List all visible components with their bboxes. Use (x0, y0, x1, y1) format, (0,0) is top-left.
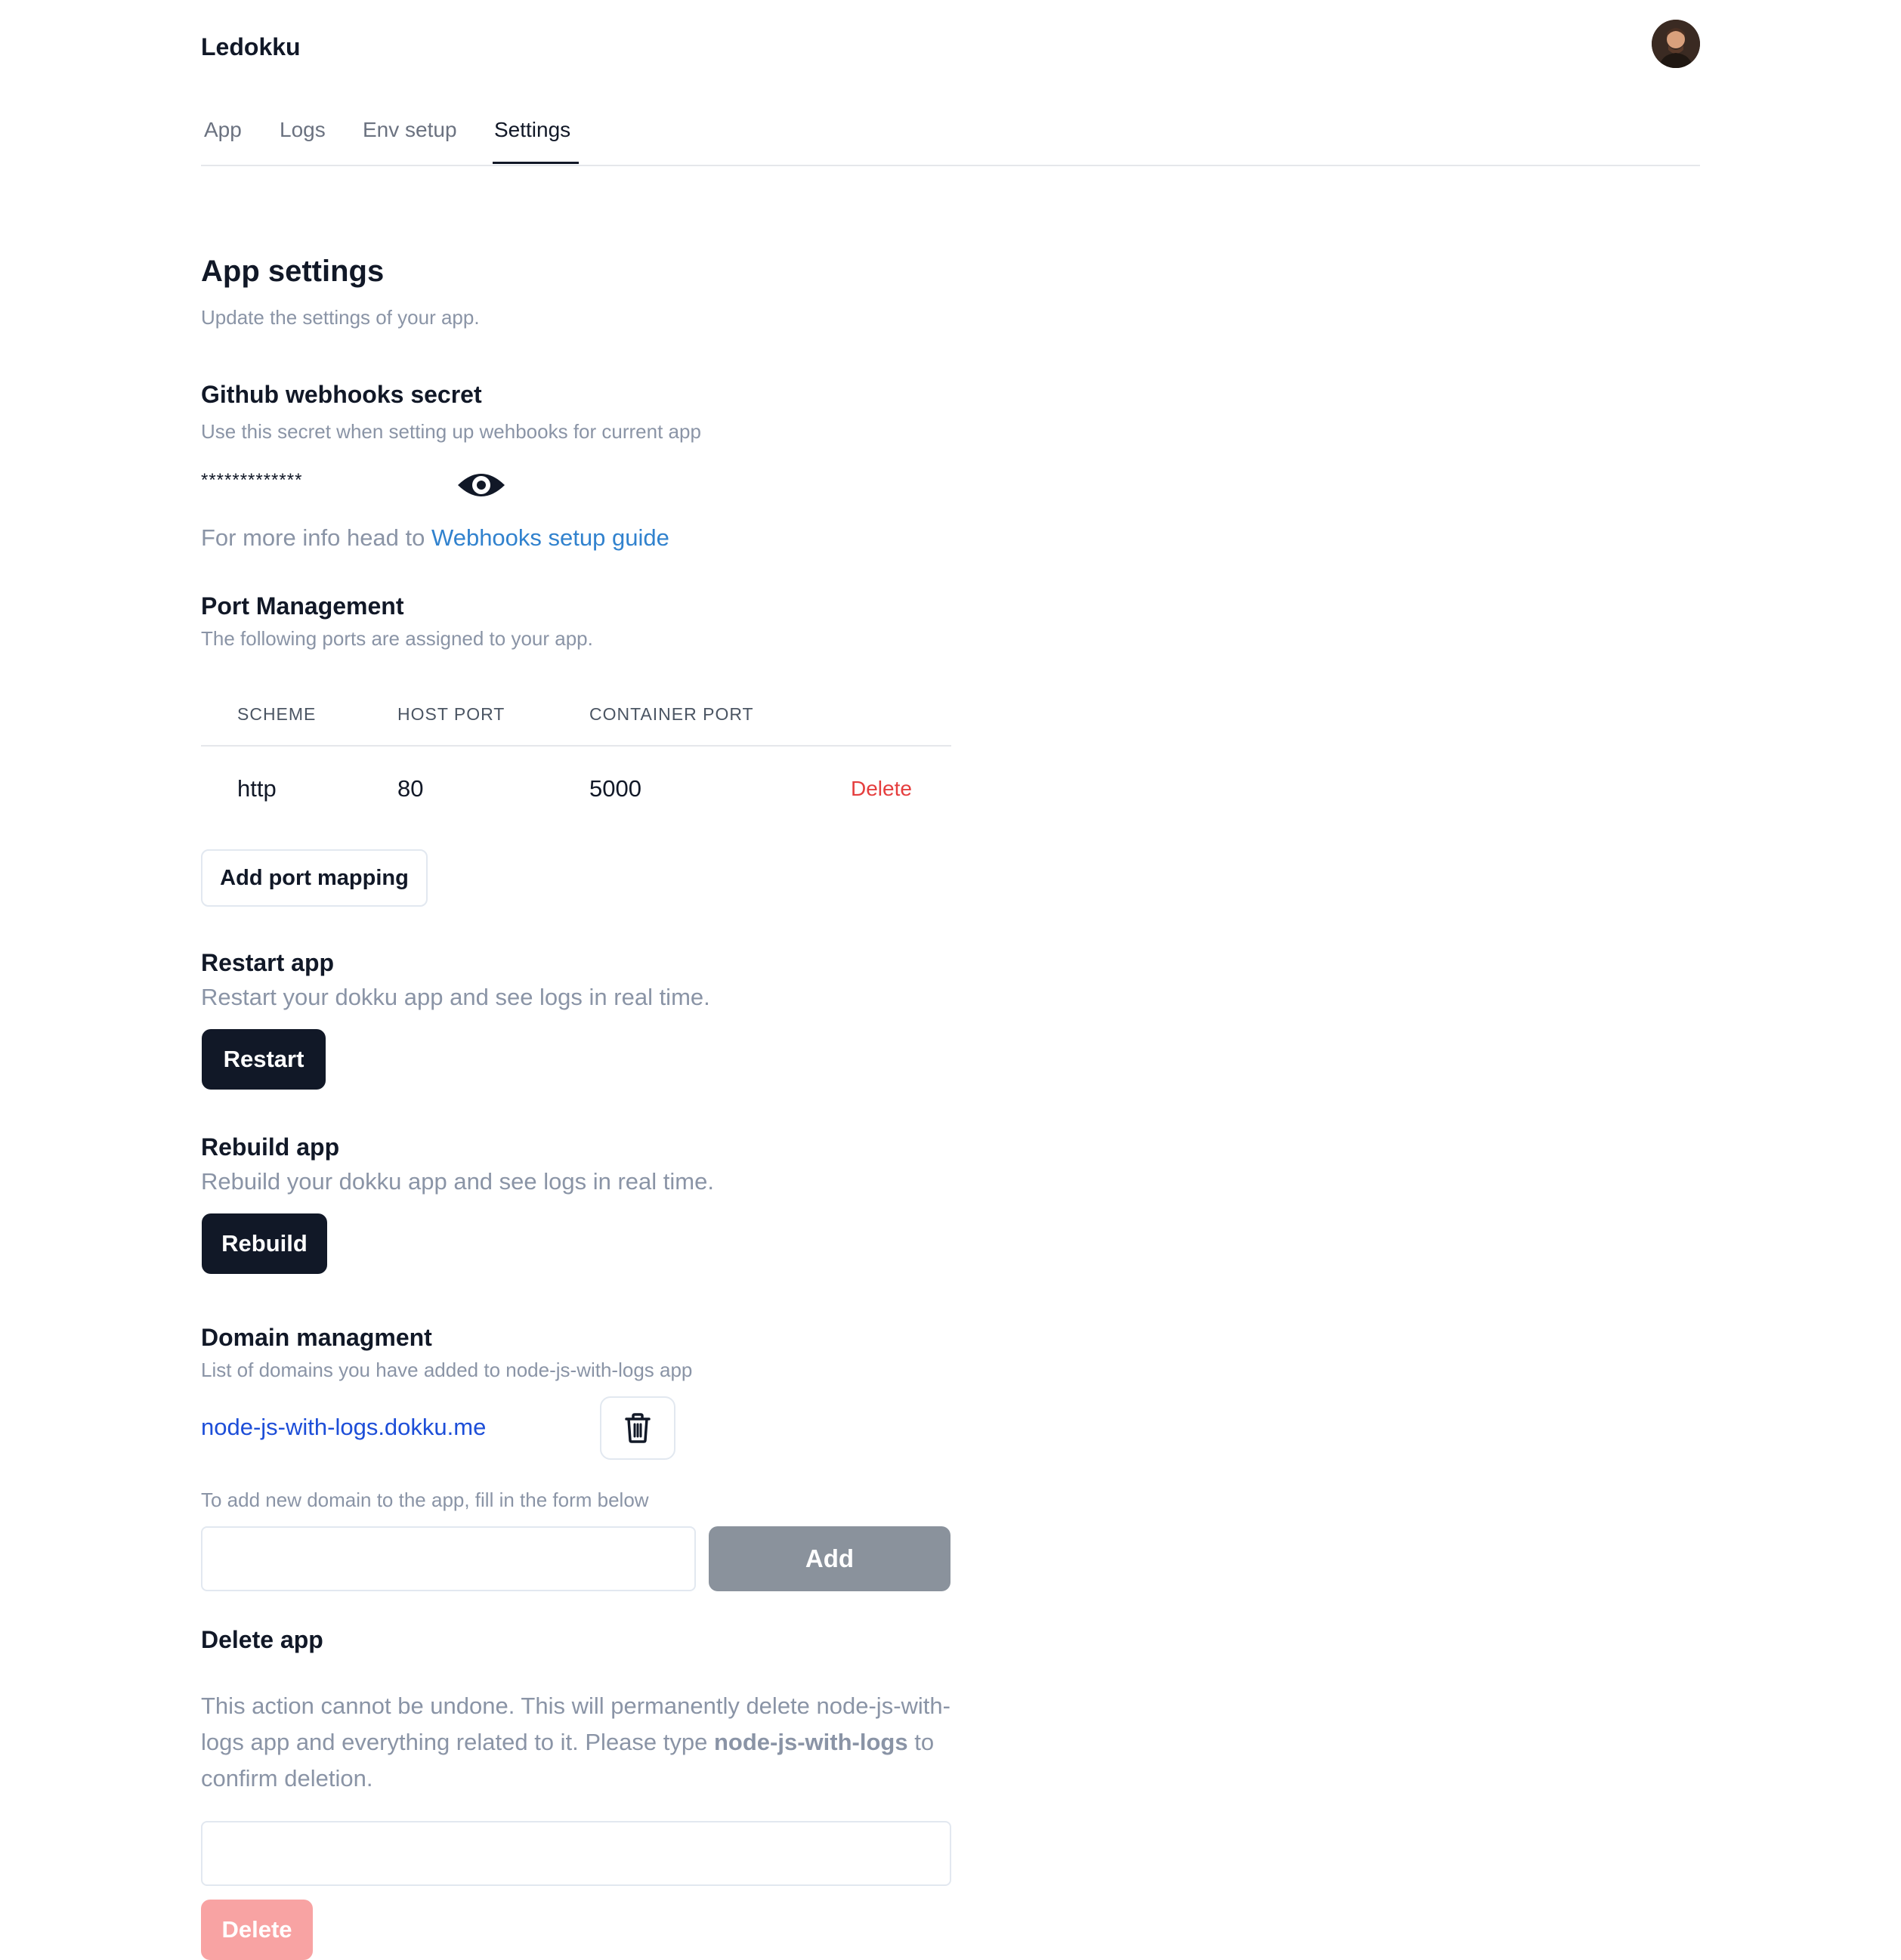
tab-logs[interactable]: Logs (280, 118, 326, 142)
user-avatar[interactable] (1652, 20, 1700, 68)
ports-description: The following ports are assigned to your… (201, 627, 593, 650)
rebuild-title: Rebuild app (201, 1133, 340, 1161)
tab-settings[interactable]: Settings (494, 118, 570, 142)
domain-link[interactable]: node-js-with-logs.dokku.me (201, 1414, 486, 1441)
delete-app-warning: This action cannot be undone. This will … (201, 1688, 957, 1797)
new-domain-input[interactable] (201, 1526, 696, 1591)
port-container-cell: 5000 (589, 775, 641, 802)
tab-bar: App Logs Env setup Settings (201, 112, 1700, 166)
rebuild-description: Rebuild your dokku app and see logs in r… (201, 1168, 714, 1195)
delete-app-title: Delete app (201, 1626, 323, 1653)
port-scheme-cell: http (237, 775, 277, 802)
webhooks-description: Use this secret when setting up wehbooks… (201, 420, 701, 443)
domains-description: List of domains you have added to node-j… (201, 1359, 693, 1381)
domains-title: Domain managment (201, 1324, 432, 1351)
add-domain-hint: To add new domain to the app, fill in th… (201, 1489, 649, 1511)
table-divider (201, 745, 951, 747)
app-settings-page: Ledokku App Logs Env setup Settings App … (0, 0, 1901, 1960)
active-tab-indicator (493, 162, 579, 164)
restart-button[interactable]: Restart (202, 1029, 326, 1090)
page-subtitle: Update the settings of your app. (201, 306, 480, 329)
trash-icon (625, 1413, 651, 1443)
delete-domain-button[interactable] (600, 1396, 675, 1460)
webhooks-info-prefix: For more info head to (201, 524, 425, 551)
tab-app[interactable]: App (204, 118, 242, 142)
delete-app-button[interactable]: Delete (201, 1900, 313, 1960)
webhooks-title: Github webhooks secret (201, 381, 482, 408)
webhooks-info: For more info head to Webhooks setup gui… (201, 524, 669, 552)
ports-title: Port Management (201, 592, 404, 620)
webhook-secret-value: ************* (201, 470, 303, 490)
restart-description: Restart your dokku app and see logs in r… (201, 984, 710, 1010)
column-header-container-port: CONTAINER PORT (589, 704, 754, 724)
delete-warning-app-name: node-js-with-logs (714, 1729, 908, 1755)
page-title: App settings (201, 255, 385, 288)
add-domain-button[interactable]: Add (709, 1526, 950, 1591)
webhooks-setup-guide-link[interactable]: Webhooks setup guide (431, 524, 669, 551)
brand-logo-text[interactable]: Ledokku (201, 33, 301, 61)
column-header-host-port: HOST PORT (397, 704, 505, 724)
column-header-scheme: SCHEME (237, 704, 317, 724)
eye-icon[interactable] (456, 468, 506, 502)
restart-title: Restart app (201, 949, 335, 976)
delete-confirm-input[interactable] (201, 1821, 951, 1886)
add-port-mapping-button[interactable]: Add port mapping (201, 849, 428, 907)
port-host-cell: 80 (397, 775, 424, 802)
tab-env-setup[interactable]: Env setup (363, 118, 457, 142)
rebuild-button[interactable]: Rebuild (202, 1213, 327, 1274)
delete-port-link[interactable]: Delete (851, 777, 912, 801)
avatar-icon (1652, 20, 1700, 68)
